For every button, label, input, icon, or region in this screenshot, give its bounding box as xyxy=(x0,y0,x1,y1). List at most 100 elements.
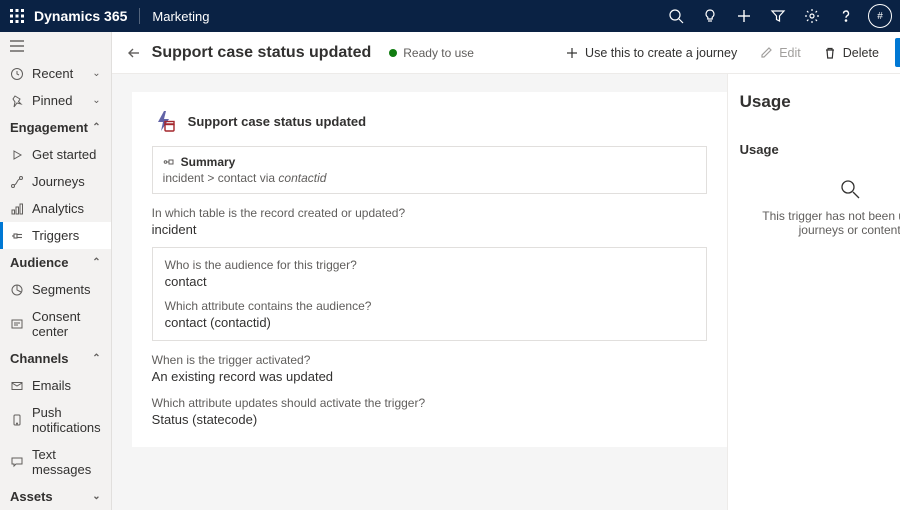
question-table: In which table is the record created or … xyxy=(152,206,707,220)
value-attribute: contact (contactid) xyxy=(165,315,694,330)
chevron-down-icon: ⌄ xyxy=(92,68,100,79)
chevron-up-icon: ⌃ xyxy=(92,122,100,133)
sidebar-section-engagement[interactable]: Engagement ⌃ xyxy=(0,114,111,141)
empty-message: This trigger has not been used in journe… xyxy=(740,209,900,237)
content-area: Support case status updated Ready to use… xyxy=(112,32,900,510)
app-launcher-icon[interactable] xyxy=(8,7,26,25)
sidebar-item-get-started[interactable]: Get started xyxy=(0,141,111,168)
sms-icon xyxy=(10,455,24,469)
sidebar-section-label: Channels xyxy=(10,351,69,366)
chevron-down-icon: ⌄ xyxy=(92,95,100,106)
use-journey-button[interactable]: Use this to create a journey xyxy=(559,42,743,64)
lightbulb-icon[interactable] xyxy=(698,4,722,28)
stop-button[interactable]: Stop xyxy=(895,38,900,67)
consent-icon xyxy=(10,317,24,331)
sidebar-item-push-notifications[interactable]: Push notifications xyxy=(0,399,111,441)
search-icon xyxy=(838,177,862,201)
sidebar-item-triggers[interactable]: Triggers xyxy=(0,222,111,249)
question-audience: Who is the audience for this trigger? xyxy=(165,258,694,272)
button-label: Delete xyxy=(843,46,879,60)
sidebar-item-label: Segments xyxy=(32,282,91,297)
sidebar-item-analytics[interactable]: Analytics xyxy=(0,195,111,222)
search-icon[interactable] xyxy=(664,4,688,28)
sidebar-item-label: Consent center xyxy=(32,309,101,339)
usage-subtitle: Usage xyxy=(740,142,900,157)
value-table: incident xyxy=(152,222,707,237)
sidebar-item-label: Emails xyxy=(32,378,71,393)
sidebar-item-pinned[interactable]: Pinned ⌄ xyxy=(0,87,111,114)
page-title: Support case status updated xyxy=(152,44,372,62)
sidebar-item-label: Triggers xyxy=(32,228,79,243)
value-when: An existing record was updated xyxy=(152,369,707,384)
gear-icon[interactable] xyxy=(800,4,824,28)
sidebar-section-label: Engagement xyxy=(10,120,88,135)
question-updates: Which attribute updates should activate … xyxy=(152,396,707,410)
chevron-up-icon: ⌃ xyxy=(92,257,100,268)
audience-box: Who is the audience for this trigger? co… xyxy=(152,247,707,341)
journey-icon xyxy=(10,175,24,189)
edit-button[interactable]: Edit xyxy=(753,42,807,64)
email-icon xyxy=(10,379,24,393)
sidebar-item-label: Text messages xyxy=(32,447,101,477)
top-nav-actions: # xyxy=(664,4,892,28)
sidebar-section-label: Assets xyxy=(10,489,53,504)
summary-label: Summary xyxy=(181,155,236,169)
sidebar-item-label: Recent xyxy=(32,66,73,81)
value-updates: Status (statecode) xyxy=(152,412,707,427)
status-indicator: Ready to use xyxy=(389,46,474,60)
chevron-up-icon: ⌃ xyxy=(92,353,100,364)
sidebar-item-label: Get started xyxy=(32,147,96,162)
add-icon[interactable] xyxy=(732,4,756,28)
sidebar-section-audience[interactable]: Audience ⌃ xyxy=(0,249,111,276)
sidebar-item-segments[interactable]: Segments xyxy=(0,276,111,303)
sidebar-item-label: Pinned xyxy=(32,93,72,108)
clock-icon xyxy=(10,67,24,81)
play-icon xyxy=(10,148,24,162)
usage-panel: Usage Usage This trigger has not been us… xyxy=(727,74,900,510)
filter-icon[interactable] xyxy=(766,4,790,28)
sidebar-section-assets[interactable]: Assets ⌄ xyxy=(0,483,111,510)
help-icon[interactable] xyxy=(834,4,858,28)
sidebar-item-recent[interactable]: Recent ⌄ xyxy=(0,60,111,87)
summary-box: Summary incident > contact via contactid xyxy=(152,146,707,194)
account-avatar[interactable]: # xyxy=(868,4,892,28)
sidebar-item-label: Push notifications xyxy=(32,405,101,435)
sidebar-item-label: Analytics xyxy=(32,201,84,216)
sidebar: Recent ⌄ Pinned ⌄ Engagement ⌃ Get start… xyxy=(0,32,112,510)
pin-icon xyxy=(10,94,24,108)
usage-empty-state: This trigger has not been used in journe… xyxy=(740,177,900,237)
chart-icon xyxy=(10,202,24,216)
back-button[interactable] xyxy=(126,45,142,61)
command-bar: Support case status updated Ready to use… xyxy=(112,32,900,74)
sidebar-item-journeys[interactable]: Journeys xyxy=(0,168,111,195)
button-label: Edit xyxy=(779,46,801,60)
trigger-name: Support case status updated xyxy=(188,114,366,129)
status-dot-icon xyxy=(389,49,397,57)
value-audience: contact xyxy=(165,274,694,289)
question-attribute: Which attribute contains the audience? xyxy=(165,299,694,313)
segments-icon xyxy=(10,283,24,297)
flow-icon xyxy=(163,156,175,168)
sidebar-section-label: Audience xyxy=(10,255,69,270)
push-icon xyxy=(10,413,24,427)
trigger-card: Support case status updated Summary inci… xyxy=(132,92,727,447)
delete-button[interactable]: Delete xyxy=(817,42,885,64)
brand-label: Dynamics 365 xyxy=(34,8,127,24)
chevron-down-icon: ⌄ xyxy=(92,491,100,502)
trigger-icon xyxy=(10,229,24,243)
nav-divider xyxy=(139,8,140,24)
sidebar-item-label: Journeys xyxy=(32,174,85,189)
summary-path: incident > contact via contactid xyxy=(163,171,696,185)
sidebar-item-consent-center[interactable]: Consent center xyxy=(0,303,111,345)
trigger-bolt-icon xyxy=(152,108,178,134)
button-label: Use this to create a journey xyxy=(585,46,737,60)
sidebar-section-channels[interactable]: Channels ⌃ xyxy=(0,345,111,372)
module-label: Marketing xyxy=(152,9,209,24)
sidebar-item-emails[interactable]: Emails xyxy=(0,372,111,399)
usage-title: Usage xyxy=(740,92,900,112)
sidebar-item-text-messages[interactable]: Text messages xyxy=(0,441,111,483)
question-when: When is the trigger activated? xyxy=(152,353,707,367)
workspace-main: Support case status updated Summary inci… xyxy=(112,74,727,510)
hamburger-icon[interactable] xyxy=(0,32,111,60)
status-label: Ready to use xyxy=(403,46,474,60)
